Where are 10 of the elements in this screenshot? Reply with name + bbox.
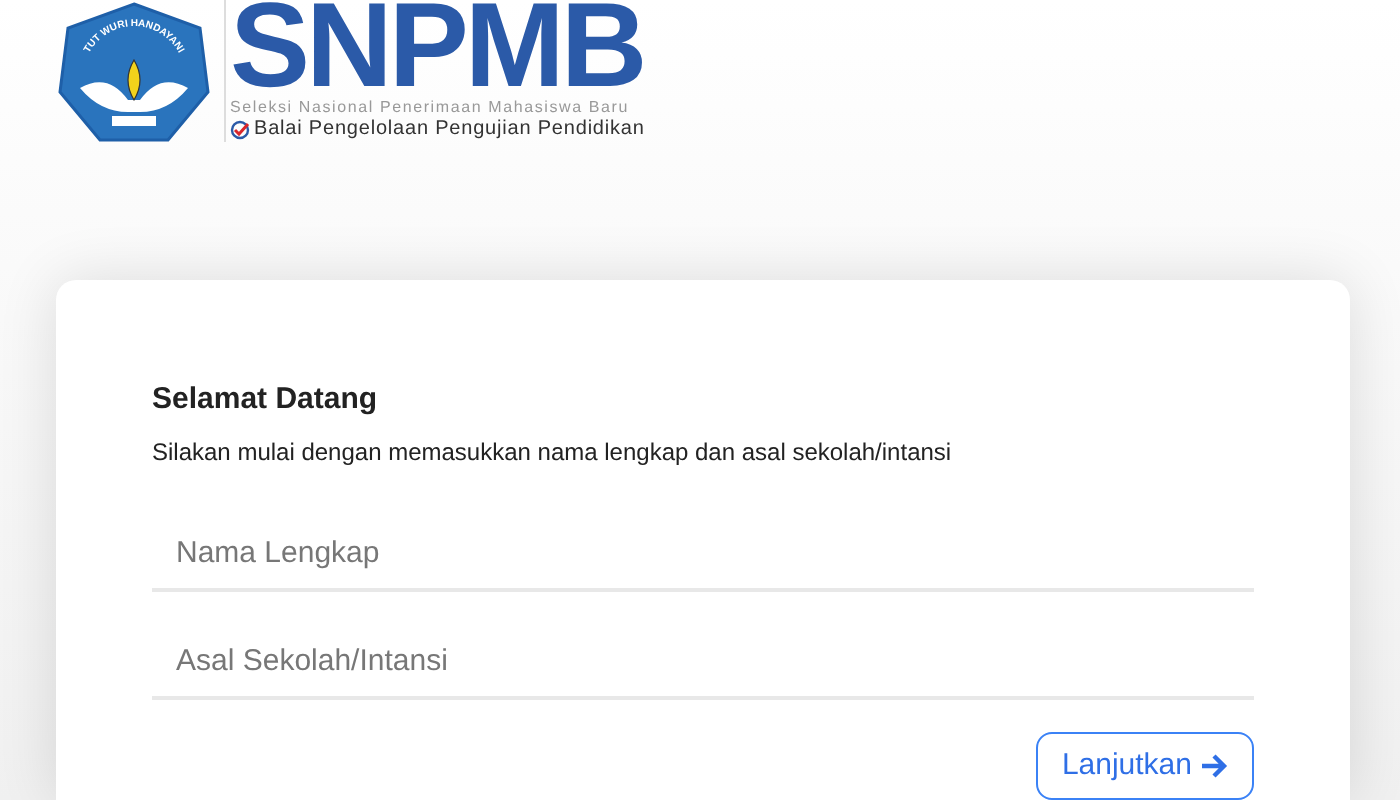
continue-button[interactable]: Lanjutkan [1035,732,1254,800]
logo-title: SNPMB [230,0,645,96]
welcome-heading: Selamat Datang [152,380,380,420]
text-input-field[interactable]: Nama Lengkap [152,516,1254,592]
agency-name: Balai Pengelolaan Pengujian Pendidikan [254,118,645,142]
text-input-field[interactable]: Asal Sekolah/Intansi [152,624,1254,700]
instruction-text: Silakan mulai dengan memasukkan nama lengkap dan asal sekolah/intansi [152,436,954,468]
logo-subtitle: Seleksi Nasional Penerimaan Mahasiswa Baru [230,98,631,118]
arrow-right-icon [1200,754,1228,778]
checkmark-icon [230,120,250,140]
